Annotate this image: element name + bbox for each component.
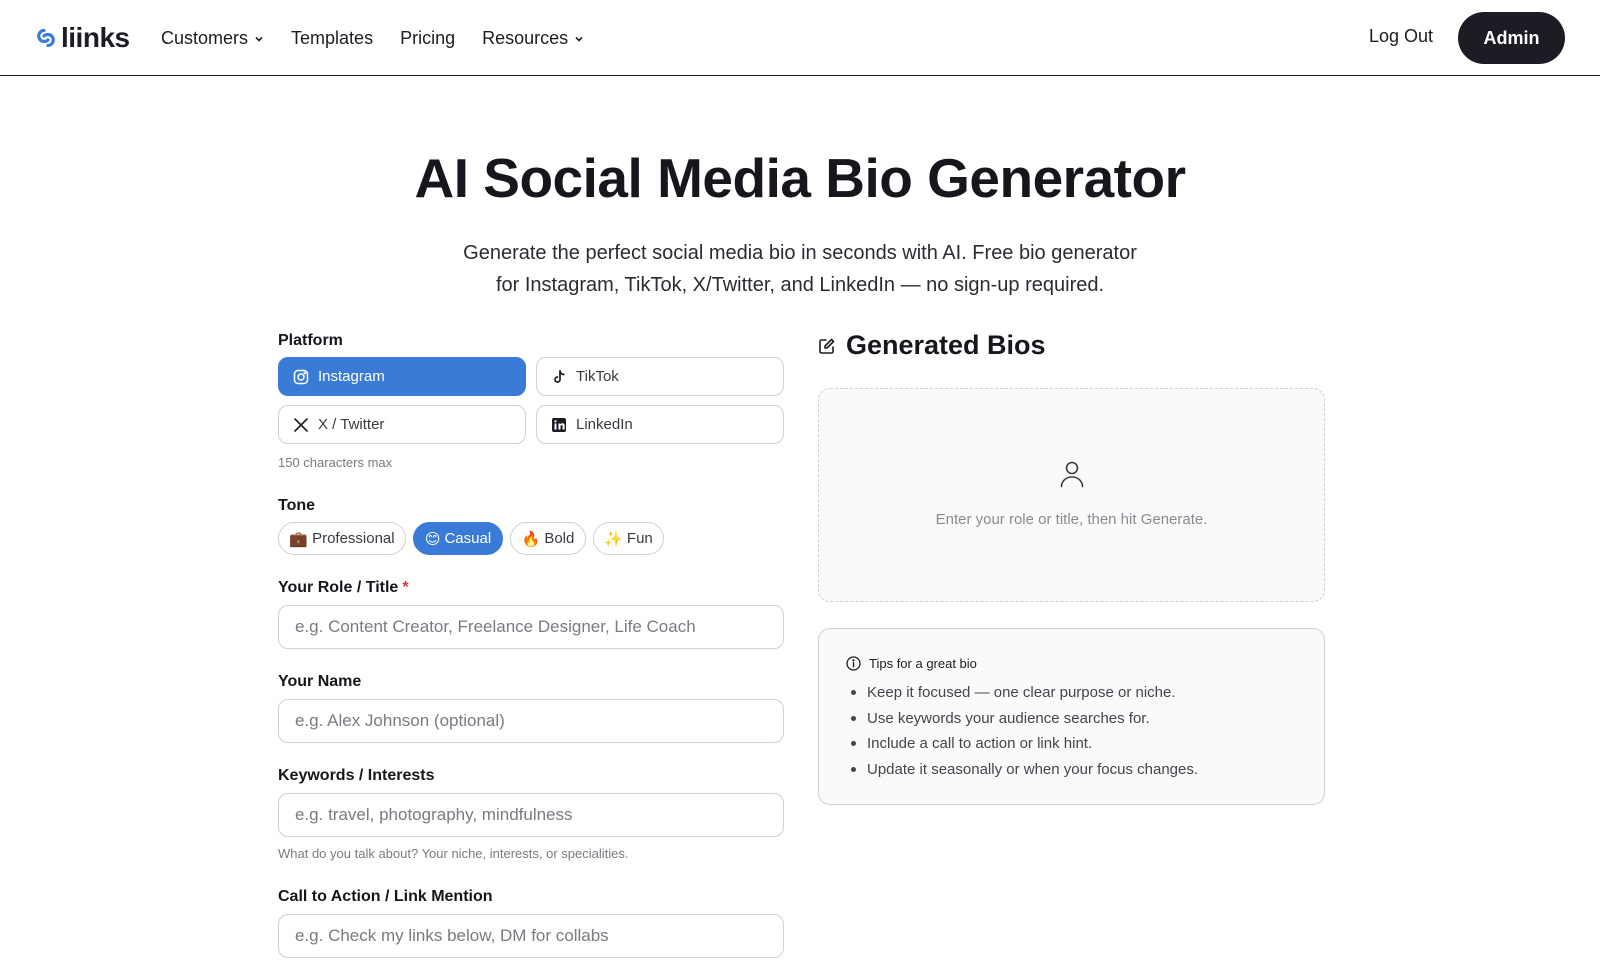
empty-state-text: Enter your role or title, then hit Gener… (935, 511, 1208, 528)
tone-casual-label: Casual (444, 530, 492, 547)
title-part: AI Social Media (414, 147, 826, 209)
platform-tiktok[interactable]: TikTok (536, 357, 784, 396)
nav-pricing[interactable]: Pricing (400, 28, 455, 49)
platform-linkedin-label: LinkedIn (576, 416, 633, 433)
logo[interactable]: liinks (34, 22, 130, 54)
nav-links: Customers Templates Pricing Resources (161, 0, 584, 76)
platform-x-twitter[interactable]: X / Twitter (278, 405, 526, 444)
chevron-down-icon (575, 36, 583, 42)
keywords-input[interactable] (278, 793, 784, 837)
page-title: AI Social Media Bio Generator (414, 146, 1198, 210)
instagram-icon (293, 369, 309, 384)
generated-bios-title: Generated Bios (846, 330, 1046, 360)
linkedin-icon (552, 417, 566, 432)
tone-bold[interactable]: 🔥 Bold (510, 522, 586, 555)
title-highlight: Bio Generator (813, 147, 1198, 209)
tone-bold-label: Bold (544, 530, 575, 547)
cta-label: Call to Action / Link Mention (278, 888, 493, 905)
platform-instagram[interactable]: Instagram (278, 357, 526, 396)
fire-icon: 🔥 (521, 530, 541, 548)
keywords-label: Keywords / Interests (278, 767, 435, 784)
tone-fun-label: Fun (626, 530, 653, 547)
tone-label: Tone (278, 497, 316, 514)
subtitle-line-2: for Instagram, TikTok, X/Twitter, and Li… (495, 274, 1105, 296)
user-icon (1060, 461, 1084, 488)
platform-tiktok-label: TikTok (576, 368, 619, 385)
subtitle-line-1: Generate the perfect social media bio in… (463, 242, 1137, 264)
nav-resources[interactable]: Resources (482, 28, 584, 49)
list-item: Use keywords your audience searches for. (849, 706, 1198, 732)
nav-customers[interactable]: Customers (161, 28, 264, 49)
name-label: Your Name (278, 673, 362, 690)
logo-text: liinks (61, 22, 130, 53)
tone-professional[interactable]: 💼 Professional (278, 522, 406, 555)
list-item: Update it seasonally or when your focus … (849, 757, 1198, 783)
sparkles-icon: ✨ (604, 530, 623, 548)
info-icon (846, 656, 861, 671)
smile-icon: 😊 (424, 530, 441, 548)
role-label: Your Role / Title * (278, 579, 409, 597)
tips-header: Tips for a great bio (846, 656, 977, 671)
nav-resources-label: Resources (482, 27, 569, 48)
tone-fun[interactable]: ✨ Fun (593, 522, 664, 555)
role-label-text: Your Role / Title (278, 579, 399, 596)
role-input[interactable] (278, 605, 784, 649)
top-nav: liinks Customers Templates Pricing Resou… (0, 0, 1600, 76)
keywords-hint: What do you talk about? Your niche, inte… (278, 846, 629, 861)
generated-bios-header: Generated Bios (818, 330, 1046, 361)
cta-input[interactable] (278, 914, 784, 958)
bios-empty-state: Enter your role or title, then hit Gener… (818, 388, 1325, 602)
logo-icon (37, 28, 55, 48)
list-item: Keep it focused — one clear purpose or n… (849, 680, 1198, 706)
tone-casual[interactable]: 😊 Casual (413, 522, 503, 555)
platform-label: Platform (278, 332, 343, 349)
required-marker: * (402, 579, 409, 596)
platform-x-label: X / Twitter (318, 416, 385, 433)
platform-instagram-label: Instagram (318, 368, 385, 385)
admin-button[interactable]: Admin (1458, 12, 1565, 64)
nav-pricing-label: Pricing (400, 27, 456, 48)
nav-templates[interactable]: Templates (291, 28, 373, 49)
tips-title: Tips for a great bio (869, 656, 977, 671)
platform-linkedin[interactable]: LinkedIn (536, 405, 784, 444)
tiktok-icon (554, 369, 565, 383)
list-item: Include a call to action or link hint. (849, 731, 1198, 757)
tone-professional-label: Professional (312, 530, 395, 547)
tips-card: Tips for a great bio Keep it focused — o… (818, 628, 1325, 805)
tips-list: Keep it focused — one clear purpose or n… (849, 680, 1198, 782)
char-limit-hint: 150 characters max (278, 455, 393, 470)
chevron-down-icon (255, 36, 263, 42)
page-subtitle: Generate the perfect social media bio in… (0, 237, 1600, 301)
name-input[interactable] (278, 699, 784, 743)
x-icon (294, 417, 308, 432)
logout-link[interactable]: Log Out (1369, 26, 1433, 47)
hero: AI Social Media Bio Generator (0, 146, 1600, 210)
edit-icon (819, 338, 835, 354)
briefcase-icon: 💼 (289, 530, 309, 548)
nav-customers-label: Customers (161, 27, 249, 48)
nav-templates-label: Templates (291, 27, 374, 48)
